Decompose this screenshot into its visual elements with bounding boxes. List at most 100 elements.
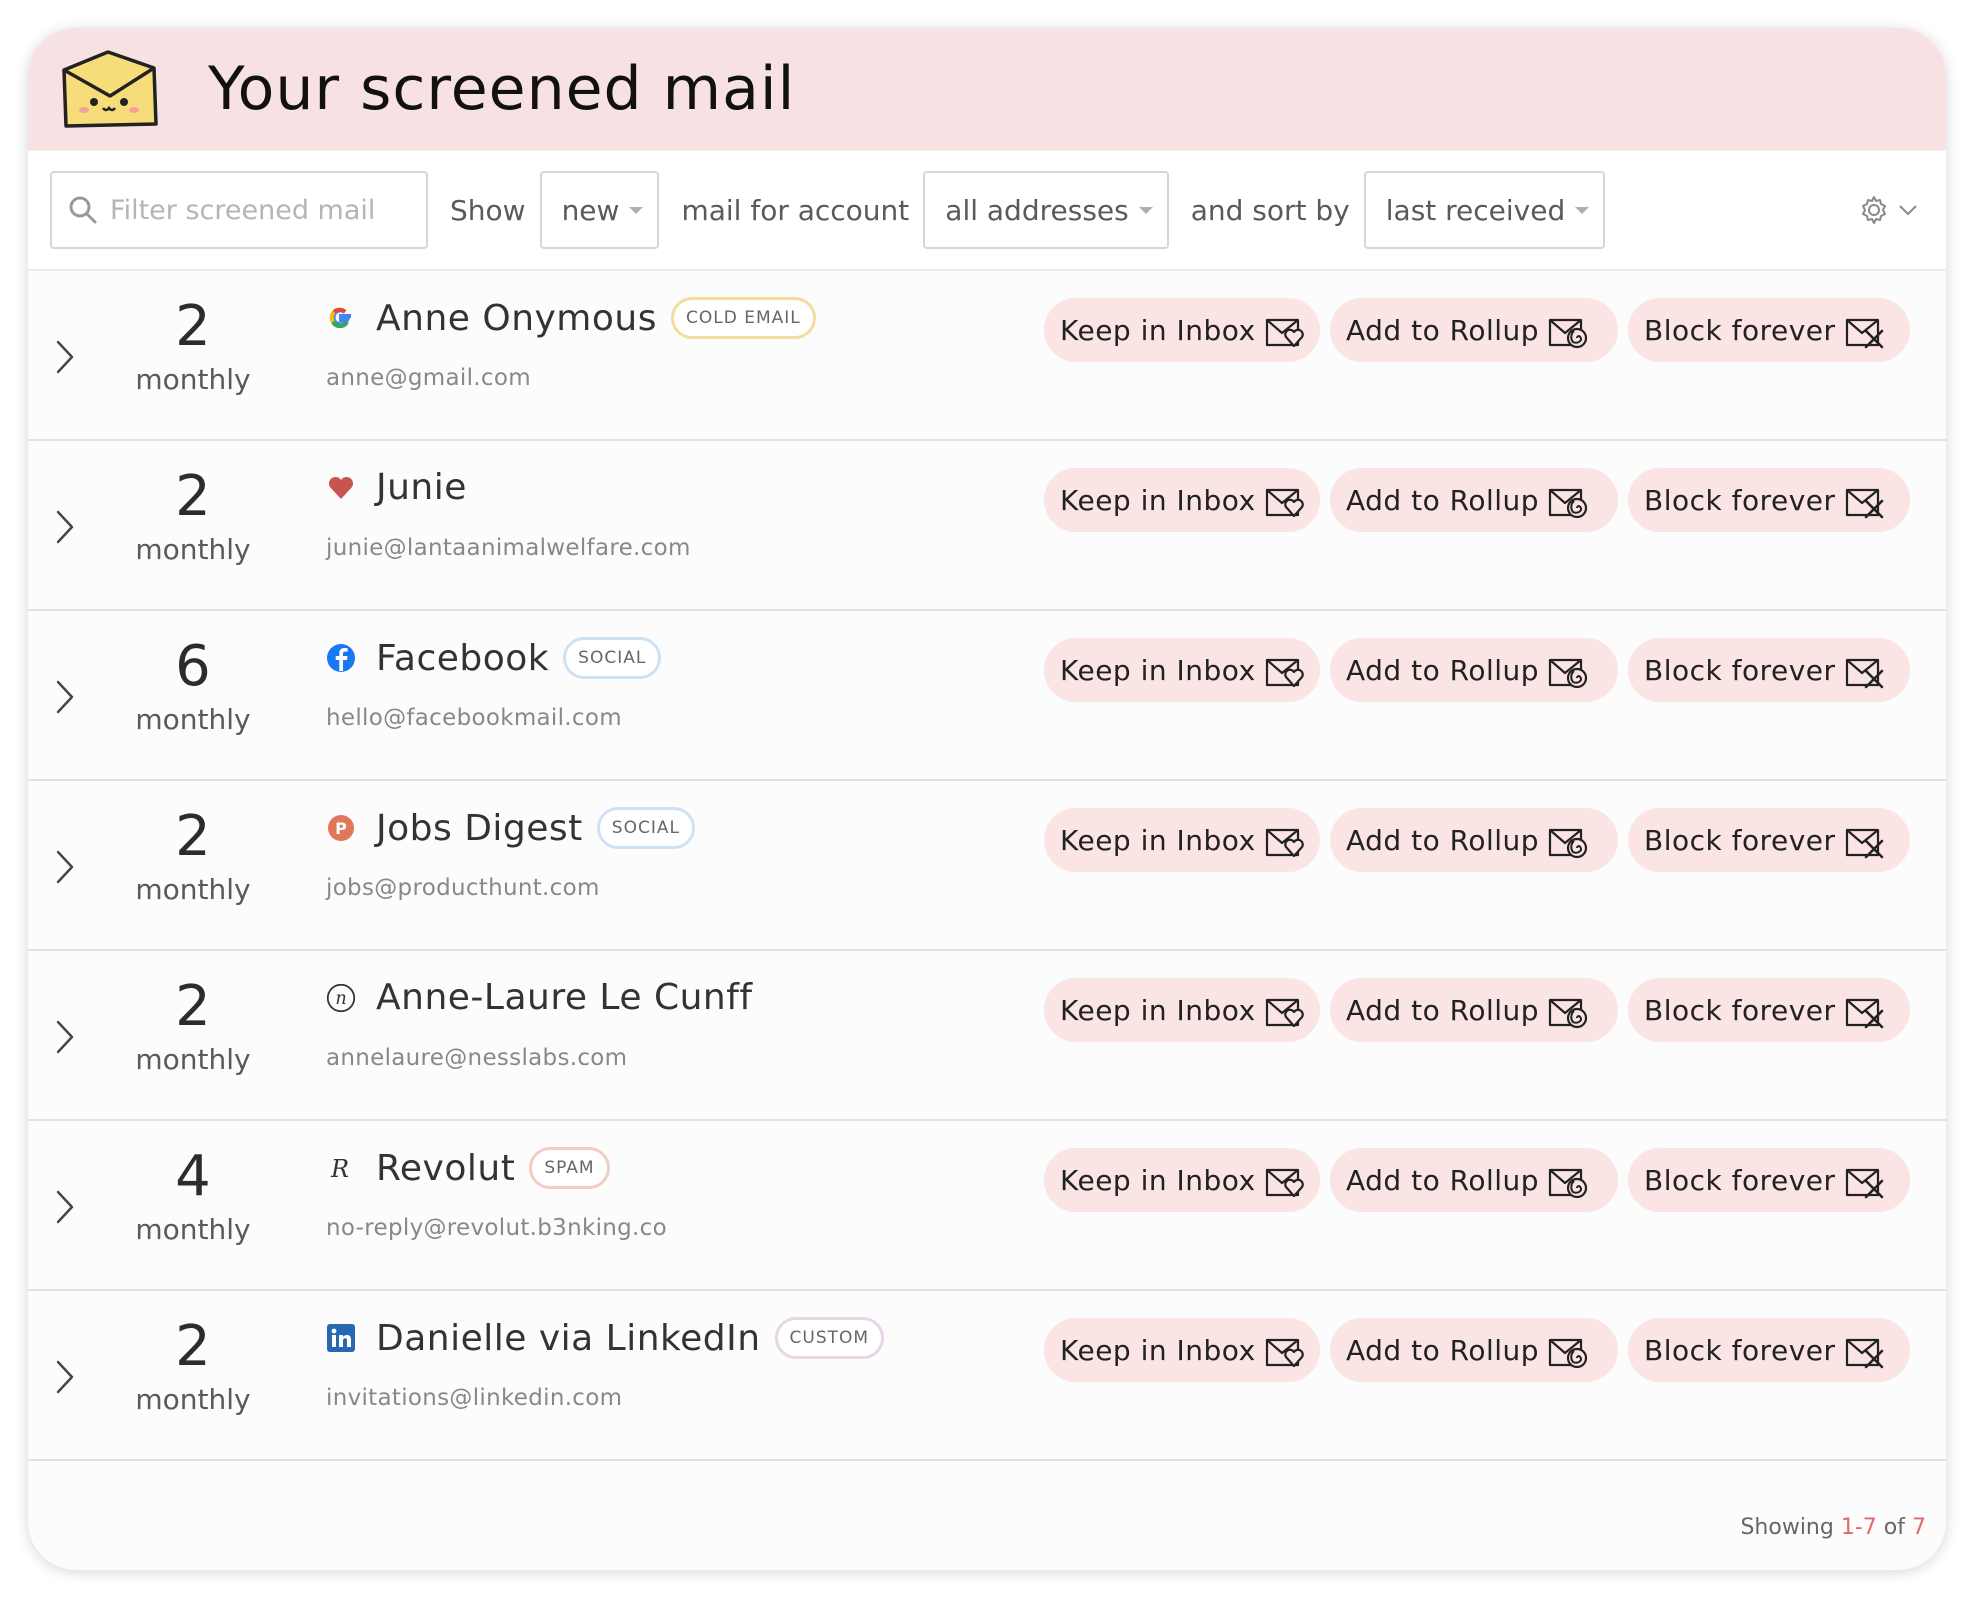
sender-info: Anne Onymous COLD EMAIL — [326, 297, 816, 339]
sender-info: Danielle via LinkedIn CUSTOM — [326, 1317, 885, 1359]
block-forever-button[interactable]: Block forever — [1628, 808, 1910, 872]
email-frequency: monthly — [135, 1383, 251, 1416]
screened-mail-card: Your screened mail Show new mail for acc… — [28, 28, 1946, 1570]
keep-in-inbox-button[interactable]: Keep in Inbox — [1044, 1148, 1320, 1212]
sort-label: and sort by — [1190, 193, 1350, 227]
sender-email: invitations@linkedin.com — [326, 1385, 623, 1411]
page-header: Your screened mail — [28, 28, 1946, 151]
email-count-number: 4 — [175, 1144, 211, 1209]
keep-in-inbox-label: Keep in Inbox — [1060, 653, 1256, 687]
sort-select-value: last received — [1385, 193, 1566, 227]
expand-chevron-icon[interactable] — [54, 1359, 76, 1395]
add-to-rollup-label: Add to Rollup — [1346, 313, 1540, 347]
email-frequency: monthly — [135, 1043, 251, 1076]
heart-icon — [326, 473, 356, 503]
add-to-rollup-button[interactable]: Add to Rollup — [1330, 1148, 1618, 1212]
sender-badge: COLD EMAIL — [670, 297, 816, 339]
sender-name: Jobs Digest — [376, 807, 583, 849]
email-count: 2 monthly — [108, 294, 278, 397]
sender-badge: SOCIAL — [596, 807, 695, 849]
keep-in-inbox-label: Keep in Inbox — [1060, 483, 1256, 517]
keep-in-inbox-button[interactable]: Keep in Inbox — [1044, 808, 1320, 872]
google-icon — [326, 303, 356, 333]
account-select[interactable]: all addresses — [923, 171, 1169, 249]
block-forever-label: Block forever — [1644, 313, 1836, 347]
account-label: mail for account — [681, 193, 910, 227]
expand-chevron-icon[interactable] — [54, 679, 76, 715]
add-to-rollup-button[interactable]: Add to Rollup — [1330, 468, 1618, 532]
block-forever-button[interactable]: Block forever — [1628, 468, 1910, 532]
add-to-rollup-label: Add to Rollup — [1346, 1333, 1540, 1367]
add-to-rollup-button[interactable]: Add to Rollup — [1330, 298, 1618, 362]
block-forever-button[interactable]: Block forever — [1628, 978, 1910, 1042]
keep-in-inbox-button[interactable]: Keep in Inbox — [1044, 638, 1320, 702]
email-count-number: 6 — [175, 634, 211, 699]
linkedin-icon — [326, 1323, 356, 1353]
sender-row[interactable]: 6 monthly Facebook SOCIAL hello@facebook… — [28, 611, 1946, 781]
expand-chevron-icon[interactable] — [54, 1019, 76, 1055]
sender-row[interactable]: 2 monthly P Jobs Digest SOCIAL jobs@prod… — [28, 781, 1946, 951]
email-frequency: monthly — [135, 703, 251, 736]
envelope-block-icon — [1845, 998, 1883, 1029]
sender-row[interactable]: 2 monthly n Anne-Laure Le Cunff annelaur… — [28, 951, 1946, 1121]
keep-in-inbox-label: Keep in Inbox — [1060, 1163, 1256, 1197]
search-box[interactable] — [50, 171, 428, 249]
envelope-mascot-icon — [62, 50, 158, 128]
sender-info: Facebook SOCIAL — [326, 637, 662, 679]
show-select[interactable]: new — [539, 171, 660, 249]
sender-row[interactable]: 4 monthly R Revolut SPAM no-reply@revolu… — [28, 1121, 1946, 1291]
envelope-block-icon — [1845, 658, 1883, 689]
add-to-rollup-label: Add to Rollup — [1346, 993, 1540, 1027]
envelope-swirl-icon — [1548, 828, 1588, 859]
block-forever-button[interactable]: Block forever — [1628, 1318, 1910, 1382]
sender-email: annelaure@nesslabs.com — [326, 1045, 628, 1071]
svg-text:n: n — [335, 989, 346, 1009]
email-count: 4 monthly — [108, 1144, 278, 1247]
envelope-swirl-icon — [1548, 658, 1588, 689]
envelope-swirl-icon — [1548, 318, 1588, 349]
keep-in-inbox-button[interactable]: Keep in Inbox — [1044, 1318, 1320, 1382]
caret-down-icon — [629, 206, 644, 214]
svg-text:P: P — [335, 819, 347, 838]
sender-badge: SPAM — [529, 1147, 610, 1189]
sender-row[interactable]: 2 monthly Anne Onymous COLD EMAIL anne@g… — [28, 271, 1946, 441]
add-to-rollup-label: Add to Rollup — [1346, 483, 1540, 517]
add-to-rollup-label: Add to Rollup — [1346, 1163, 1540, 1197]
sender-row[interactable]: 2 monthly Danielle via LinkedIn CUSTOM i… — [28, 1291, 1946, 1461]
keep-in-inbox-label: Keep in Inbox — [1060, 313, 1256, 347]
block-forever-button[interactable]: Block forever — [1628, 1148, 1910, 1212]
sender-name: Anne Onymous — [376, 297, 657, 339]
keep-in-inbox-label: Keep in Inbox — [1060, 823, 1256, 857]
add-to-rollup-button[interactable]: Add to Rollup — [1330, 808, 1618, 872]
row-actions: Keep in Inbox Add to Rollup Block foreve… — [1044, 298, 1910, 362]
sender-row[interactable]: 2 monthly Junie junie@lantaanimalwelfare… — [28, 441, 1946, 611]
search-icon — [69, 196, 97, 224]
keep-in-inbox-button[interactable]: Keep in Inbox — [1044, 468, 1320, 532]
caret-down-icon — [1138, 206, 1153, 214]
expand-chevron-icon[interactable] — [54, 509, 76, 545]
sort-select[interactable]: last received — [1363, 171, 1606, 249]
settings-menu[interactable] — [1858, 194, 1918, 226]
expand-chevron-icon[interactable] — [54, 339, 76, 375]
sender-name: Facebook — [376, 637, 550, 679]
email-count: 2 monthly — [108, 974, 278, 1077]
add-to-rollup-button[interactable]: Add to Rollup — [1330, 638, 1618, 702]
expand-chevron-icon[interactable] — [54, 849, 76, 885]
search-input[interactable] — [108, 193, 412, 227]
email-count-number: 2 — [175, 294, 211, 359]
show-select-value: new — [561, 193, 620, 227]
sender-name: Revolut — [376, 1147, 516, 1189]
footer-prefix: Showing — [1740, 1515, 1834, 1540]
block-forever-button[interactable]: Block forever — [1628, 638, 1910, 702]
block-forever-label: Block forever — [1644, 653, 1836, 687]
expand-chevron-icon[interactable] — [54, 1189, 76, 1225]
add-to-rollup-button[interactable]: Add to Rollup — [1330, 978, 1618, 1042]
keep-in-inbox-button[interactable]: Keep in Inbox — [1044, 298, 1320, 362]
keep-in-inbox-button[interactable]: Keep in Inbox — [1044, 978, 1320, 1042]
add-to-rollup-button[interactable]: Add to Rollup — [1330, 1318, 1618, 1382]
add-to-rollup-label: Add to Rollup — [1346, 823, 1540, 857]
email-count-number: 2 — [175, 974, 211, 1039]
email-count: 6 monthly — [108, 634, 278, 737]
sender-email: junie@lantaanimalwelfare.com — [326, 535, 691, 561]
block-forever-button[interactable]: Block forever — [1628, 298, 1910, 362]
